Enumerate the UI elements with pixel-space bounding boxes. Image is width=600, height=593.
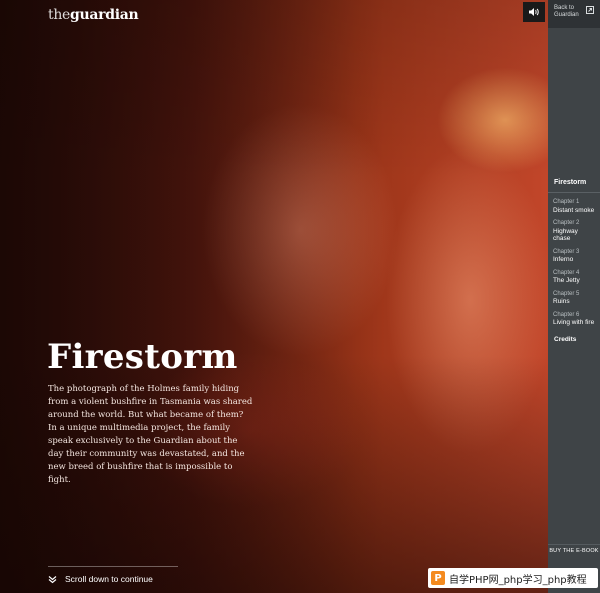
nav-item-chapter-2[interactable]: Chapter 2 Highway chase <box>548 220 600 243</box>
chapter-nav: Firestorm Chapter 1 Distant smoke Chapte… <box>548 176 600 343</box>
logo-wordmark: guardian <box>70 7 139 23</box>
nav-item-chapter-1[interactable]: Chapter 1 Distant smoke <box>548 199 600 214</box>
back-to-guardian-link[interactable]: Back to Guardian <box>548 0 600 28</box>
chapter-number: Chapter 3 <box>553 248 580 255</box>
watermark-logo-icon: P <box>431 571 445 585</box>
chapter-number: Chapter 1 <box>553 199 580 205</box>
buy-ebook-button[interactable]: BUY THE E-BOOK <box>548 544 600 557</box>
guardian-logo[interactable]: theguardian <box>48 7 139 23</box>
chapter-name: Ruins <box>553 298 570 305</box>
watermark-text: 自学PHP网_php学习_php教程 <box>449 574 587 586</box>
nav-item-chapter-3[interactable]: Chapter 3 Inferno <box>548 249 600 264</box>
chapter-sidebar: Back to Guardian Firestorm Chapter 1 Dis… <box>548 0 600 593</box>
sound-toggle-button[interactable] <box>523 2 545 22</box>
logo-prefix: the <box>48 7 71 23</box>
chapter-name: Distant smoke <box>553 206 595 214</box>
hero-overlay <box>0 0 548 593</box>
chapter-name: Inferno <box>553 256 574 263</box>
speaker-icon <box>529 8 539 16</box>
nav-item-chapter-4[interactable]: Chapter 4 The Jetty <box>548 270 600 285</box>
external-link-icon <box>586 6 594 14</box>
chapter-number: Chapter 5 <box>553 290 580 297</box>
nav-item-credits[interactable]: Credits <box>548 336 600 343</box>
page-title: Firestorm <box>47 337 238 377</box>
chapter-name: Living with fire <box>553 319 595 326</box>
back-to-guardian-label: Back to Guardian <box>554 5 579 18</box>
intro-paragraph: The photograph of the Holmes family hidi… <box>48 384 253 485</box>
scroll-down-link[interactable]: Scroll down to continue <box>48 566 178 584</box>
hero-photo <box>0 0 548 593</box>
chapter-number: Chapter 2 <box>553 220 580 226</box>
nav-item-chapter-6[interactable]: Chapter 6 Living with fire <box>548 312 600 327</box>
nav-item-firestorm[interactable]: Firestorm <box>548 176 600 193</box>
chapter-name: Highway chase <box>553 227 578 243</box>
nav-item-chapter-5[interactable]: Chapter 5 Ruins <box>548 291 600 306</box>
chapter-number: Chapter 4 <box>553 269 580 276</box>
scroll-down-label: Scroll down to continue <box>65 574 153 584</box>
double-chevron-down-icon <box>48 575 57 583</box>
chapter-name: The Jetty <box>553 277 580 284</box>
site-watermark: P 自学PHP网_php学习_php教程 <box>428 568 598 588</box>
chapter-number: Chapter 6 <box>553 311 580 318</box>
